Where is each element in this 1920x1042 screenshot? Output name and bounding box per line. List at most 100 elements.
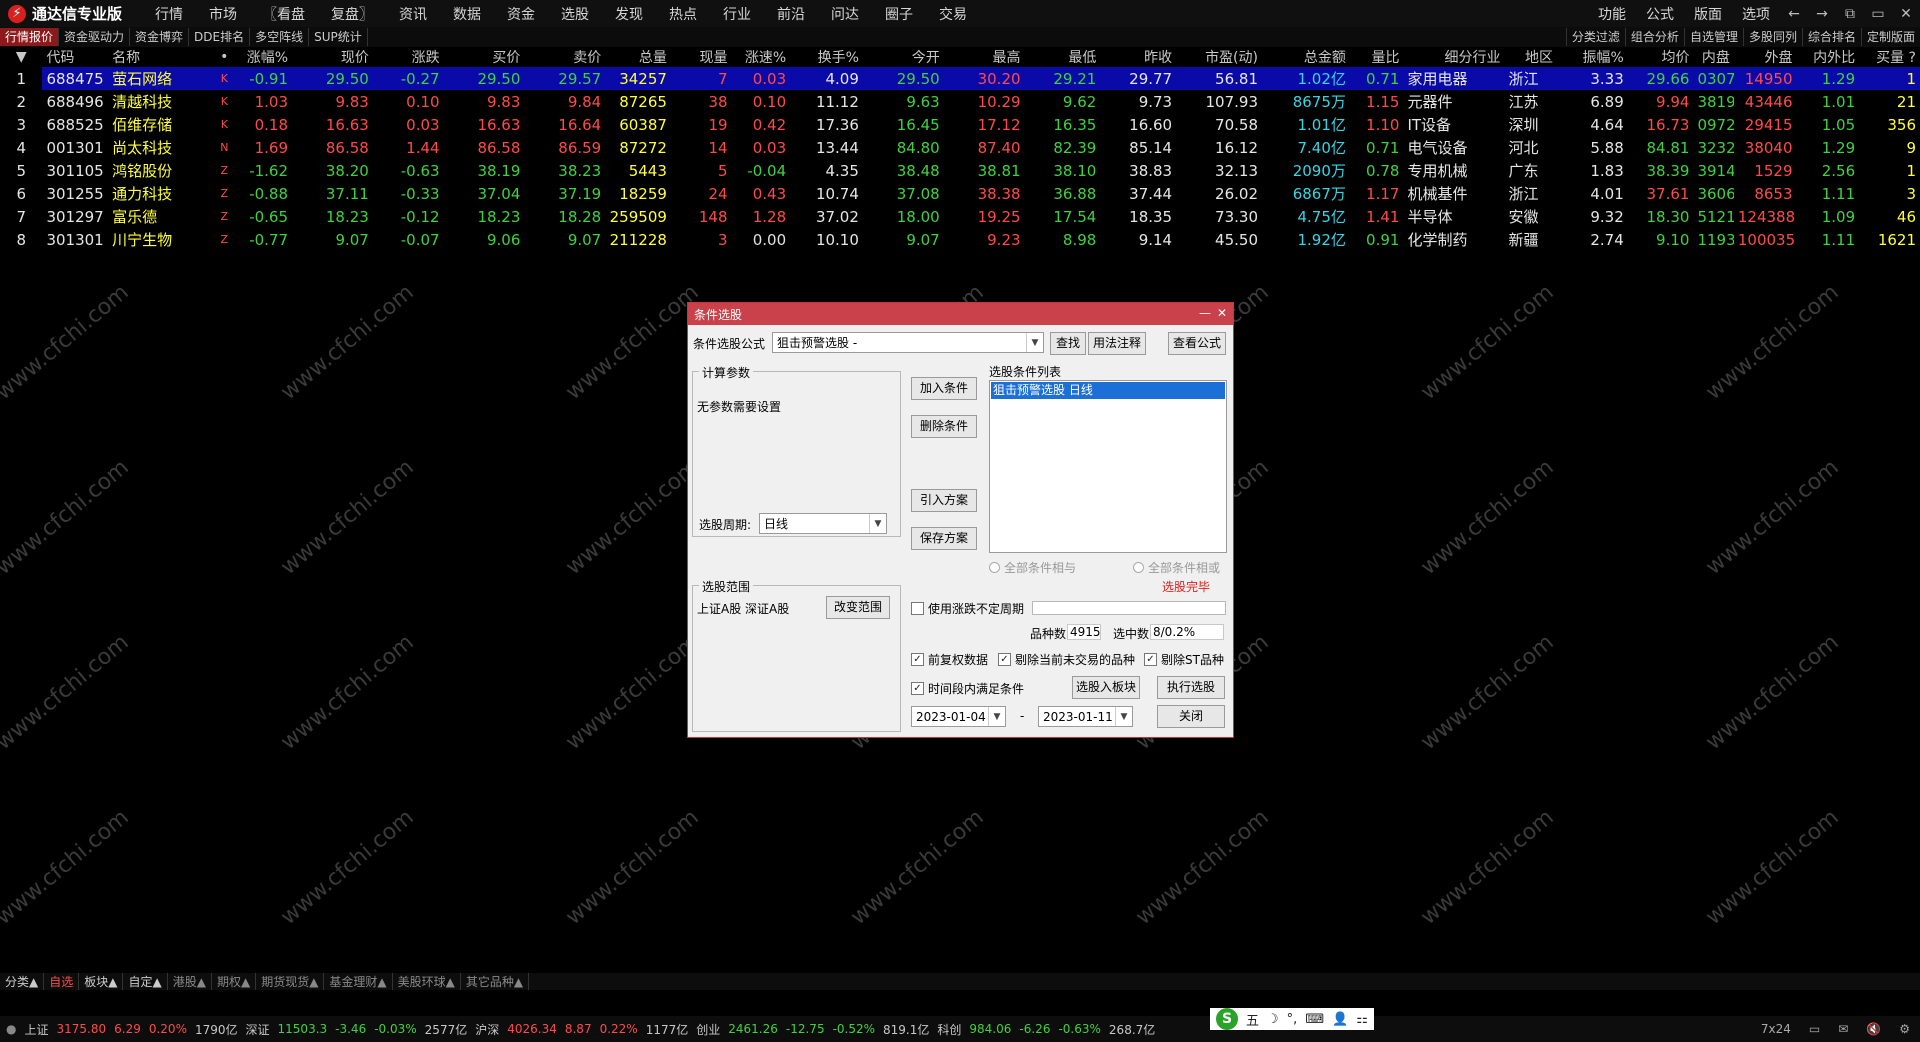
formula-select[interactable]: 狙击预警选股 - ▼	[772, 332, 1044, 353]
close-icon[interactable]: ✕	[1217, 306, 1227, 320]
menu-item-14[interactable]: 交易	[926, 7, 980, 23]
menu-item-8[interactable]: 发现	[602, 7, 656, 23]
menu-item-2[interactable]: 〖看盘	[250, 7, 318, 23]
sector-category[interactable]: 分类▲	[0, 973, 45, 990]
execute-button[interactable]: 执行选股	[1157, 676, 1225, 699]
forward-arrow-icon[interactable]: →	[1808, 6, 1836, 22]
message-icon[interactable]: ✉	[1838, 1022, 1848, 1036]
column-header-5[interactable]: 现价	[292, 47, 373, 67]
status-item[interactable]: 创业	[696, 1021, 720, 1038]
user-icon[interactable]: 👤	[1332, 1012, 1348, 1027]
punctuation-icon[interactable]: °,	[1287, 1012, 1298, 1027]
tab-quotes[interactable]: 行情报价	[0, 28, 60, 46]
status-item[interactable]: 上证	[24, 1021, 48, 1038]
menu-item-13[interactable]: 圈子	[872, 7, 926, 23]
tab-combo-analysis[interactable]: 组合分析	[1624, 28, 1684, 46]
mute-icon[interactable]: 🔇	[1866, 1022, 1881, 1036]
tab-category-filter[interactable]: 分类过滤	[1565, 28, 1625, 46]
radio-all-and[interactable]: 全部条件相与	[989, 559, 1076, 576]
add-condition-button[interactable]: 加入条件	[911, 377, 977, 400]
date-from-picker[interactable]: 2023-01-04 ▼	[911, 706, 1006, 727]
list-item[interactable]: 狙击预警选股 日线	[991, 382, 1225, 399]
sector-watchlist[interactable]: 自选	[44, 973, 80, 990]
minimize-icon[interactable]: —	[1199, 306, 1211, 320]
chevron-down-icon[interactable]: ▼	[988, 707, 1005, 726]
column-header-2[interactable]: 名称	[108, 47, 209, 67]
settings-icon[interactable]: ⚙	[1899, 1022, 1910, 1036]
column-header-9[interactable]: 总量	[605, 47, 671, 67]
table-row[interactable]: 8 301301 川宁生物 Z -0.77 9.07 -0.07 9.06 9.07 211228…	[0, 228, 1920, 251]
tab-sup-stats[interactable]: SUP统计	[309, 28, 368, 46]
menu-item-5[interactable]: 数据	[440, 7, 494, 23]
column-header-25[interactable]: 外盘	[1734, 47, 1797, 67]
table-row[interactable]: 6 301255 通力科技 Z -0.88 37.11 -0.33 37.04 37.19 182…	[0, 182, 1920, 205]
status-item[interactable]: 沪深	[475, 1021, 499, 1038]
status-item[interactable]: 268.7亿	[1109, 1021, 1155, 1038]
menu-function[interactable]: 功能	[1588, 4, 1636, 24]
condition-list[interactable]: 狙击预警选股 日线	[989, 380, 1227, 553]
status-item[interactable]: 1790亿	[195, 1021, 238, 1038]
table-row[interactable]: 7 301297 富乐德 Z -0.65 18.23 -0.12 18.23 18.28 2595…	[0, 205, 1920, 228]
tab-dde-rank[interactable]: DDE排名	[189, 28, 251, 46]
ime-toolbar[interactable]: S 五 ☽ °, ⌨ 👤 ⚏	[1210, 1008, 1374, 1030]
column-header-13[interactable]: 今开	[863, 47, 944, 67]
tab-fund-game[interactable]: 资金博弈	[130, 28, 190, 46]
column-header-16[interactable]: 昨收	[1100, 47, 1176, 67]
column-header-12[interactable]: 换手%	[790, 47, 863, 67]
menu-item-12[interactable]: 问达	[818, 7, 872, 23]
delete-condition-button[interactable]: 删除条件	[911, 415, 977, 438]
time-range-checkbox[interactable]: ✓ 时间段内满足条件	[911, 680, 1024, 697]
tab-custom-layout[interactable]: 定制版面	[1860, 28, 1920, 46]
menu-layout[interactable]: 版面	[1684, 4, 1732, 24]
date-to-picker[interactable]: 2023-01-11 ▼	[1038, 706, 1133, 727]
back-arrow-icon[interactable]: ←	[1780, 6, 1808, 22]
news-7x24[interactable]: 7x24	[1761, 1022, 1791, 1036]
column-header-27[interactable]: 买量 ?	[1859, 47, 1920, 67]
column-header-23[interactable]: 均价	[1628, 47, 1694, 67]
sector-funds[interactable]: 基金理财▲	[324, 973, 393, 990]
column-header-18[interactable]: 总金额	[1262, 47, 1350, 67]
menu-item-7[interactable]: 选股	[548, 7, 602, 23]
adjust-checkbox[interactable]: ✓ 前复权数据	[911, 651, 988, 668]
menu-item-10[interactable]: 行业	[710, 7, 764, 23]
tab-bull-bear[interactable]: 多空阵线	[250, 28, 310, 46]
tab-multi-stock[interactable]: 多股同列	[1742, 28, 1802, 46]
sector-us[interactable]: 美股环球▲	[393, 973, 461, 990]
column-header-24[interactable]: 内盘	[1693, 47, 1733, 67]
column-header-0[interactable]: ▼	[0, 47, 42, 67]
table-row[interactable]: 1 688475 萤石网络 K -0.91 29.50 -0.27 29.50 29.57 342…	[0, 67, 1920, 90]
sogou-ime-icon[interactable]: S	[1216, 1008, 1238, 1030]
sector-futures[interactable]: 期货现货▲	[256, 973, 325, 990]
column-header-22[interactable]: 振幅%	[1557, 47, 1628, 67]
close-button[interactable]: 关闭	[1157, 705, 1225, 728]
sector-other[interactable]: 其它品种▲	[461, 973, 530, 990]
dialog-titlebar[interactable]: 条件选股 — ✕	[688, 303, 1233, 325]
status-item[interactable]: 1177亿	[646, 1021, 689, 1038]
column-header-21[interactable]: 地区	[1505, 47, 1558, 67]
chevron-down-icon[interactable]: ▼	[869, 514, 886, 533]
change-range-button[interactable]: 改变范围	[826, 596, 890, 619]
menu-item-6[interactable]: 资金	[494, 7, 548, 23]
status-item[interactable]: 深证	[246, 1021, 270, 1038]
column-header-14[interactable]: 最高	[944, 47, 1025, 67]
column-header-3[interactable]: •	[209, 47, 239, 67]
sector-options[interactable]: 期权▲	[212, 973, 257, 990]
status-item[interactable]: 819.1亿	[883, 1021, 929, 1038]
keyboard-icon[interactable]: ⌨	[1305, 1012, 1324, 1027]
grid-icon[interactable]: ⚏	[1356, 1012, 1368, 1027]
column-header-11[interactable]: 涨速%	[732, 47, 791, 67]
view-formula-button[interactable]: 查看公式	[1168, 332, 1226, 355]
usage-notes-button[interactable]: 用法注释	[1088, 332, 1146, 355]
tab-overall-rank[interactable]: 综合排名	[1801, 28, 1861, 46]
restore-window-icon[interactable]: ⧉	[1836, 6, 1864, 22]
column-header-17[interactable]: 市盈(动)	[1176, 47, 1262, 67]
sector-hk[interactable]: 港股▲	[168, 973, 212, 990]
maximize-window-icon[interactable]: ▭	[1864, 6, 1892, 22]
menu-item-11[interactable]: 前沿	[764, 7, 818, 23]
column-header-1[interactable]: 代码	[42, 47, 108, 67]
sector-block[interactable]: 板块▲	[79, 973, 124, 990]
import-plan-button[interactable]: 引入方案	[911, 489, 977, 512]
menu-item-9[interactable]: 热点	[656, 7, 710, 23]
variable-period-checkbox[interactable]: 使用涨跌不定周期	[911, 600, 1024, 617]
menu-item-4[interactable]: 资讯	[386, 7, 440, 23]
